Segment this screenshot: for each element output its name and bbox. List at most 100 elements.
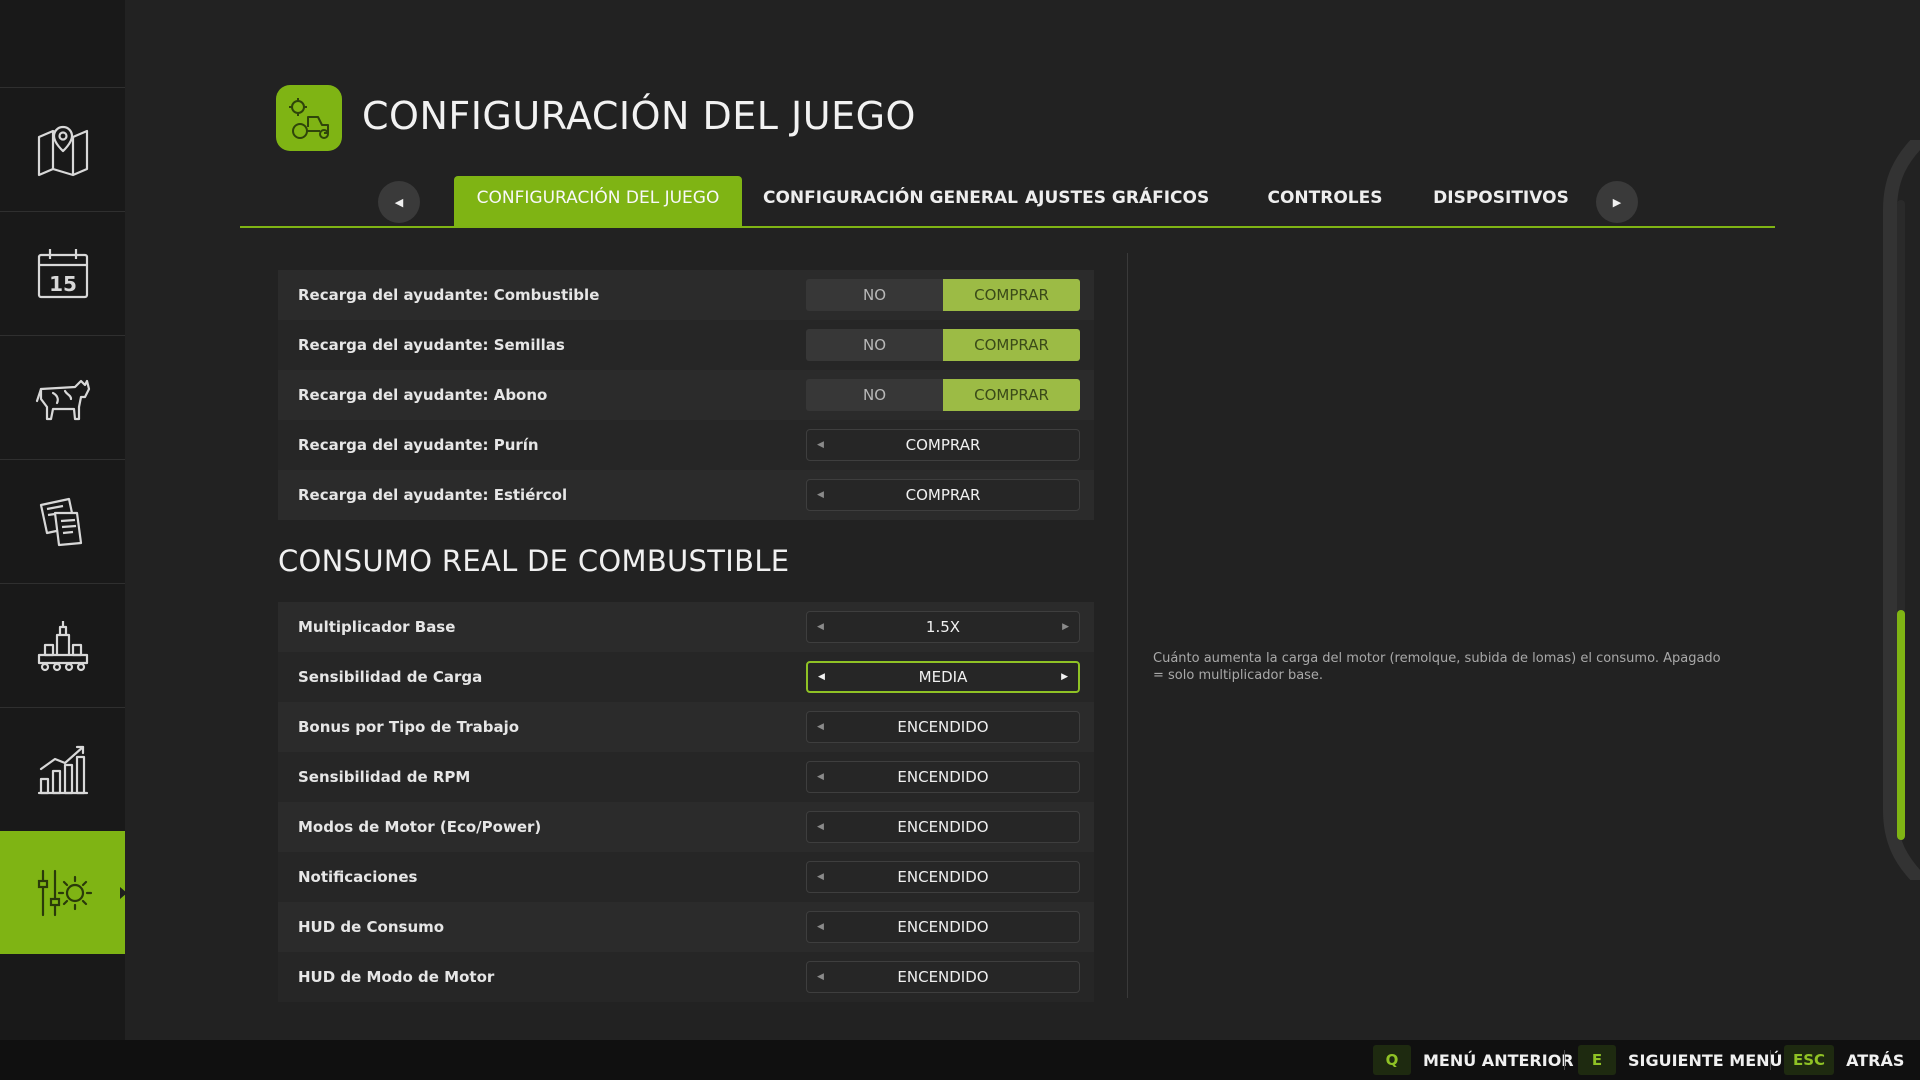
setting-row-rpm-sensitivity[interactable]: Sensibilidad de RPM ◀ ENCENDIDO [278,752,1094,802]
setting-row-fuel-refill[interactable]: Recarga del ayudante: Combustible NO COM… [278,270,1094,320]
toggle-option-buy[interactable]: COMPRAR [943,329,1080,361]
active-indicator-arrow [120,886,127,899]
toggle-option-no[interactable]: NO [806,379,943,411]
header-icon [276,85,342,151]
toggle-option-no[interactable]: NO [806,279,943,311]
hint-back[interactable]: ESC ATRÁS [1784,1045,1904,1075]
select-value: ENCENDIDO [897,718,989,736]
hint-separator [1564,1050,1565,1070]
scrollbar-thumb[interactable] [1897,610,1905,840]
work-type-bonus-select[interactable]: ◀ ENCENDIDO [806,711,1080,743]
hint-previous-menu[interactable]: Q MENÚ ANTERIOR [1373,1045,1574,1075]
select-value: ENCENDIDO [897,768,989,786]
setting-label: Recarga del ayudante: Abono [298,386,548,404]
arrow-left-icon[interactable]: ◀ [817,972,824,982]
load-sensitivity-select[interactable]: ◀ MEDIA ▶ [806,661,1080,693]
notifications-select[interactable]: ◀ ENCENDIDO [806,861,1080,893]
tab-bar: ◀ CONFIGURACIÓN DEL JUEGO CONFIGURACIÓN … [240,176,1775,228]
chevron-right-icon: ▶ [1612,195,1622,209]
fuel-refill-toggle[interactable]: NO COMPRAR [806,279,1080,311]
chevron-left-icon: ◀ [394,195,404,209]
svg-text:15: 15 [49,272,77,296]
setting-row-fertilizer-refill[interactable]: Recarga del ayudante: Abono NO COMPRAR [278,370,1094,420]
setting-description: Cuánto aumenta la carga del motor (remol… [1153,651,1721,683]
tab-next-button[interactable]: ▶ [1596,181,1638,223]
setting-row-notifications[interactable]: Notificaciones ◀ ENCENDIDO [278,852,1094,902]
setting-row-engine-modes[interactable]: Modos de Motor (Eco/Power) ◀ ENCENDIDO [278,802,1094,852]
hint-next-menu[interactable]: E SIGUIENTE MENÚ [1578,1045,1783,1075]
select-value: MEDIA [918,668,968,686]
arrow-left-icon[interactable]: ◀ [817,722,824,732]
consumption-hud-select[interactable]: ◀ ENCENDIDO [806,911,1080,943]
tab-ajustes-graficos[interactable]: AJUSTES GRÁFICOS [1025,176,1209,226]
setting-label: HUD de Modo de Motor [298,968,495,986]
setting-label: Modos de Motor (Eco/Power) [298,818,542,836]
setting-row-base-multiplier[interactable]: Multiplicador Base ◀ 1.5X ▶ [278,602,1094,652]
engine-modes-select[interactable]: ◀ ENCENDIDO [806,811,1080,843]
arrow-left-icon[interactable]: ◀ [817,440,824,450]
sidebar-item-contracts[interactable] [0,459,125,582]
base-multiplier-select[interactable]: ◀ 1.5X ▶ [806,611,1080,643]
settings-icon [37,869,92,916]
tab-configuracion-del-juego[interactable]: CONFIGURACIÓN DEL JUEGO [454,176,742,226]
select-value: COMPRAR [905,436,981,454]
tab-controles[interactable]: CONTROLES [1262,176,1388,226]
seeds-refill-toggle[interactable]: NO COMPRAR [806,329,1080,361]
tab-dispositivos[interactable]: DISPOSITIVOS [1420,176,1582,226]
arrow-left-icon[interactable]: ◀ [817,490,824,500]
tab-prev-button[interactable]: ◀ [378,181,420,223]
setting-row-slurry-refill[interactable]: Recarga del ayudante: Purín ◀ COMPRAR [278,420,1094,470]
hint-label: ATRÁS [1846,1050,1905,1070]
setting-label: HUD de Consumo [298,918,445,936]
setting-row-engine-mode-hud[interactable]: HUD de Modo de Motor ◀ ENCENDIDO [278,952,1094,1002]
sidebar-item-map[interactable] [0,87,125,210]
setting-label: Sensibilidad de RPM [298,768,471,786]
select-value: ENCENDIDO [897,868,989,886]
setting-label: Notificaciones [298,868,418,886]
arrow-left-icon[interactable]: ◀ [817,822,824,832]
setting-label: Recarga del ayudante: Combustible [298,286,600,304]
setting-label: Recarga del ayudante: Semillas [298,336,565,354]
setting-label: Multiplicador Base [298,618,456,636]
arrow-left-icon[interactable]: ◀ [818,672,825,682]
sidebar-item-production[interactable] [0,583,125,706]
slurry-refill-select[interactable]: ◀ COMPRAR [806,429,1080,461]
select-value: ENCENDIDO [897,918,989,936]
hint-label: MENÚ ANTERIOR [1423,1050,1574,1070]
setting-row-work-type-bonus[interactable]: Bonus por Tipo de Trabajo ◀ ENCENDIDO [278,702,1094,752]
select-value: ENCENDIDO [897,968,989,986]
engine-mode-hud-select[interactable]: ◀ ENCENDIDO [806,961,1080,993]
sidebar-item-settings[interactable] [0,831,127,954]
tab-configuracion-general[interactable]: CONFIGURACIÓN GENERAL [763,176,1018,226]
arrow-right-icon[interactable]: ▶ [1061,672,1068,682]
arrow-right-icon[interactable]: ▶ [1062,622,1069,632]
toggle-option-buy[interactable]: COMPRAR [943,279,1080,311]
arrow-left-icon[interactable]: ◀ [817,622,824,632]
setting-row-consumption-hud[interactable]: HUD de Consumo ◀ ENCENDIDO [278,902,1094,952]
key-q: Q [1373,1045,1411,1075]
sidebar-item-calendar[interactable]: 15 [0,211,125,334]
toggle-option-buy[interactable]: COMPRAR [943,379,1080,411]
rpm-sensitivity-select[interactable]: ◀ ENCENDIDO [806,761,1080,793]
panel-divider [1127,253,1128,998]
page-title: CONFIGURACIÓN DEL JUEGO [362,94,916,138]
hint-separator [1770,1050,1771,1070]
setting-row-manure-refill[interactable]: Recarga del ayudante: Estiércol ◀ COMPRA… [278,470,1094,520]
arrow-left-icon[interactable]: ◀ [817,922,824,932]
setting-row-load-sensitivity[interactable]: Sensibilidad de Carga ◀ MEDIA ▶ [278,652,1094,702]
section-title: CONSUMO REAL DE COMBUSTIBLE [278,544,790,578]
toggle-option-no[interactable]: NO [806,329,943,361]
cow-icon [35,379,90,421]
manure-refill-select[interactable]: ◀ COMPRAR [806,479,1080,511]
sidebar-item-statistics[interactable] [0,707,125,830]
tractor-gear-icon [289,98,329,139]
arrow-left-icon[interactable]: ◀ [817,772,824,782]
sidebar-item-animals[interactable] [0,335,125,458]
setting-row-seeds-refill[interactable]: Recarga del ayudante: Semillas NO COMPRA… [278,320,1094,370]
settings-list: Recarga del ayudante: Combustible NO COM… [278,270,1094,1002]
select-value: ENCENDIDO [897,818,989,836]
setting-label: Recarga del ayudante: Estiércol [298,486,568,504]
arrow-left-icon[interactable]: ◀ [817,872,824,882]
fertilizer-refill-toggle[interactable]: NO COMPRAR [806,379,1080,411]
map-icon [37,125,88,177]
